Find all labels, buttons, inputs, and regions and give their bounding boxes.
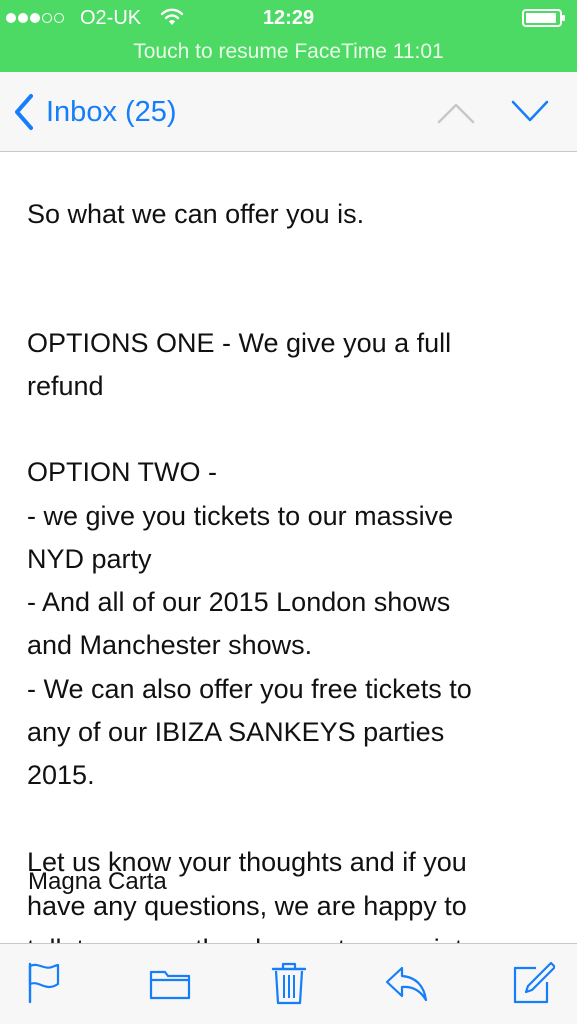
email-body-line: OPTION TWO - xyxy=(27,457,217,487)
previous-message-button[interactable] xyxy=(436,92,476,132)
back-to-inbox-button[interactable]: Inbox (25) xyxy=(12,92,177,132)
status-time: 12:29 xyxy=(262,7,315,29)
email-body-line: - we give you tickets to our massive xyxy=(27,501,454,531)
reply-icon[interactable] xyxy=(384,960,428,1006)
facetime-resume-banner[interactable]: Touch to resume FaceTime 11:01 xyxy=(0,38,577,66)
email-body-line: OPTIONS ONE - We give you a full xyxy=(27,328,452,358)
email-body-line: - We can also offer you free tickets to xyxy=(27,674,472,704)
chevron-left-icon xyxy=(15,94,33,130)
status-bar: O2-UK 12:29 Touch to resume FaceTime 11:… xyxy=(0,0,577,72)
trash-icon[interactable] xyxy=(267,960,311,1006)
email-body-line: So what we can offer you is. xyxy=(27,199,365,229)
email-body-line: any of our IBIZA SANKEYS parties xyxy=(27,717,445,747)
flag-icon[interactable] xyxy=(24,960,68,1006)
compose-icon[interactable] xyxy=(511,960,555,1006)
email-body-line: and Manchester shows. xyxy=(27,630,313,660)
email-body-line: 2015. xyxy=(27,760,95,790)
email-body-line: talk to you on the phone at any point xyxy=(27,933,462,943)
battery-icon xyxy=(522,9,565,27)
overlapping-signature-text: Magna Carta xyxy=(28,868,167,895)
email-body-line: - And all of our 2015 London shows xyxy=(27,587,451,617)
mail-toolbar xyxy=(0,943,577,1024)
email-body-line: refund xyxy=(27,371,104,401)
email-body-line: NYD party xyxy=(27,544,152,574)
mail-navigation-bar: Inbox (25) xyxy=(0,72,577,152)
folder-icon[interactable] xyxy=(148,960,192,1006)
email-body[interactable]: So what we can offer you is. OPTIONS ONE… xyxy=(0,152,577,943)
next-message-button[interactable] xyxy=(510,92,550,132)
back-button-label: Inbox (25) xyxy=(46,96,177,128)
